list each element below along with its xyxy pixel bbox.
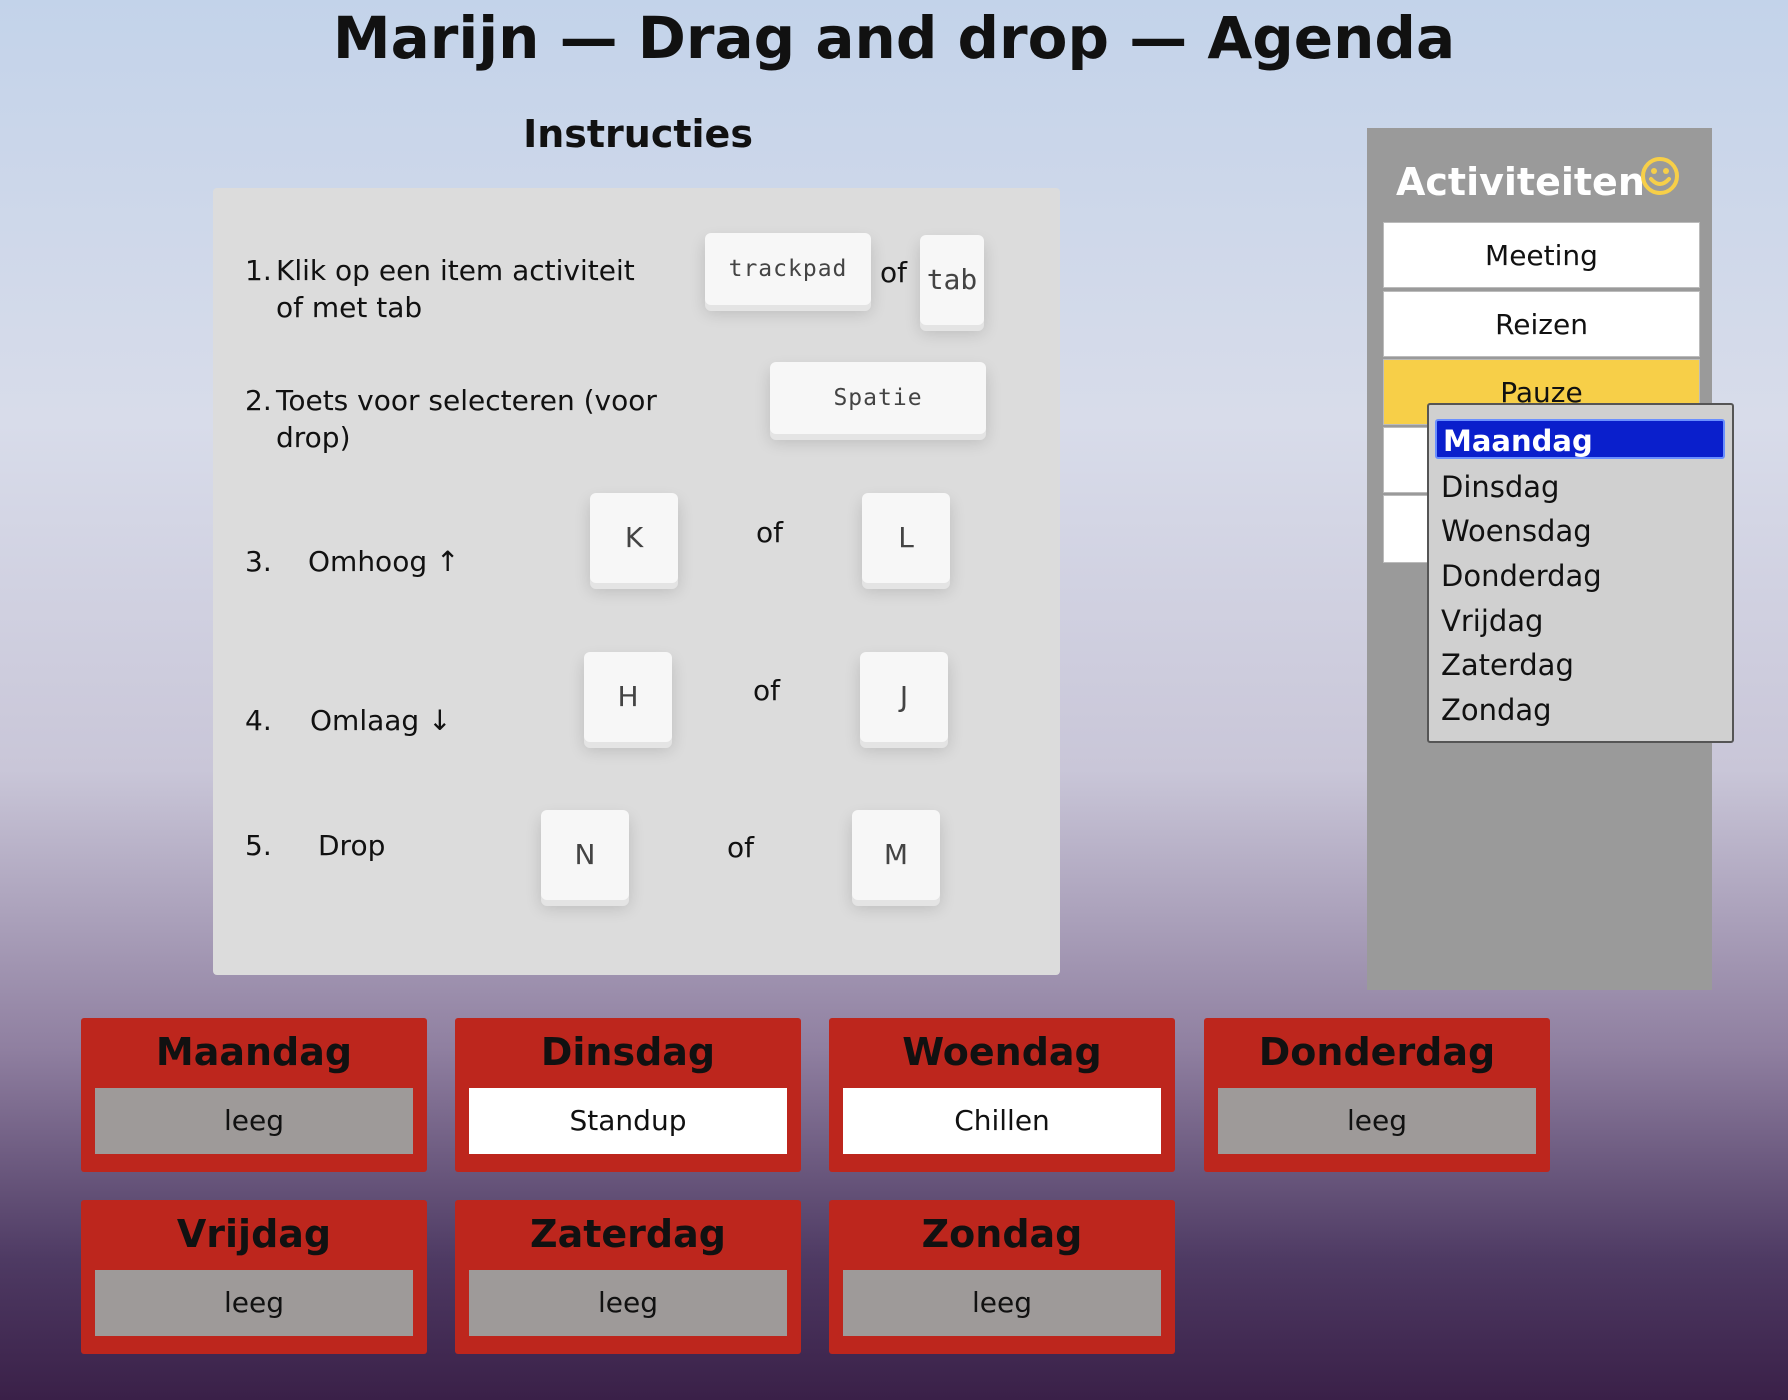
step-3-text: Omhoog ↑: [308, 545, 460, 578]
day-name: Woendag: [902, 1030, 1102, 1074]
instructions-heading: Instructies: [523, 112, 753, 156]
dropdown-option-zondag[interactable]: Zondag: [1441, 693, 1552, 727]
day-card-vrijdag[interactable]: Vrijdag leeg: [81, 1200, 427, 1354]
dropdown-option-vrijdag[interactable]: Vrijdag: [1441, 604, 1543, 638]
activities-title: Activiteiten: [1396, 160, 1645, 204]
page-title: Marijn — Drag and drop — Agenda: [332, 4, 1456, 72]
step-4-or: of: [753, 674, 780, 707]
step-3-or: of: [756, 516, 783, 549]
day-slot[interactable]: Chillen: [843, 1088, 1161, 1154]
day-card-dinsdag[interactable]: Dinsdag Standup: [455, 1018, 801, 1172]
key-j: J: [860, 652, 948, 742]
step-5-or: of: [727, 831, 754, 864]
day-card-donderdag[interactable]: Donderdag leeg: [1204, 1018, 1550, 1172]
dropdown-option-woensdag[interactable]: Woensdag: [1441, 514, 1592, 548]
step-2-number: 2.: [245, 384, 272, 417]
key-spatie: Spatie: [770, 362, 986, 434]
day-slot[interactable]: Standup: [469, 1088, 787, 1154]
key-tab: tab: [920, 235, 984, 325]
day-card-woendag[interactable]: Woendag Chillen: [829, 1018, 1175, 1172]
step-1-number: 1.: [245, 254, 272, 287]
day-name: Zaterdag: [530, 1212, 726, 1256]
dropdown-option-dinsdag[interactable]: Dinsdag: [1441, 470, 1559, 504]
smiley-icon: [1640, 156, 1680, 196]
dropdown-option-donderdag[interactable]: Donderdag: [1441, 559, 1602, 593]
activity-item-meeting[interactable]: Meeting: [1383, 222, 1700, 288]
dropdown-option-zaterdag[interactable]: Zaterdag: [1441, 648, 1574, 682]
day-slot[interactable]: leeg: [1218, 1088, 1536, 1154]
key-k: K: [590, 493, 678, 583]
day-card-maandag[interactable]: Maandag leeg: [81, 1018, 427, 1172]
step-3-number: 3.: [245, 545, 272, 578]
day-slot[interactable]: leeg: [469, 1270, 787, 1336]
day-name: Maandag: [155, 1030, 353, 1074]
day-name: Vrijdag: [176, 1212, 332, 1256]
step-2-text: Toets voor selecteren (voor drop): [276, 384, 657, 454]
step-4-number: 4.: [245, 704, 272, 737]
day-name: Dinsdag: [540, 1030, 716, 1074]
day-name: Donderdag: [1258, 1030, 1496, 1074]
activity-item-reizen[interactable]: Reizen: [1383, 291, 1700, 357]
day-slot[interactable]: leeg: [95, 1088, 413, 1154]
step-1-or: of: [880, 256, 907, 289]
step-4-text: Omlaag ↓: [310, 704, 452, 737]
day-slot[interactable]: leeg: [95, 1270, 413, 1336]
key-m: M: [852, 810, 940, 900]
step-5-number: 5.: [245, 829, 272, 862]
key-h: H: [584, 652, 672, 742]
key-trackpad: trackpad: [705, 233, 871, 305]
day-card-zondag[interactable]: Zondag leeg: [829, 1200, 1175, 1354]
day-slot[interactable]: leeg: [843, 1270, 1161, 1336]
day-name: Zondag: [921, 1212, 1083, 1256]
step-1-text: Klik op een item activiteit of met tab: [276, 254, 635, 324]
step-5-text: Drop: [318, 829, 386, 862]
key-l: L: [862, 493, 950, 583]
day-select-dropdown[interactable]: Maandag Dinsdag Woensdag Donderdag Vrijd…: [1427, 403, 1734, 743]
dropdown-option-maandag[interactable]: Maandag: [1435, 419, 1725, 459]
day-card-zaterdag[interactable]: Zaterdag leeg: [455, 1200, 801, 1354]
key-n: N: [541, 810, 629, 900]
